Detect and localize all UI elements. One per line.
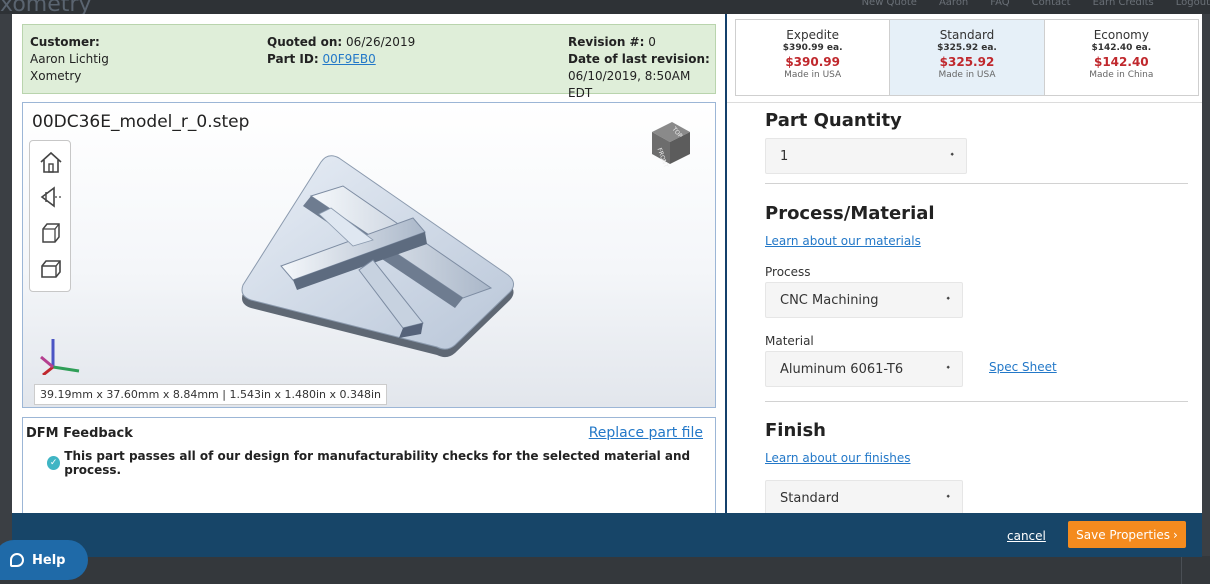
quoted-date: 06/26/2019 — [346, 35, 416, 49]
tier-name: Standard — [939, 28, 995, 42]
process-select[interactable]: CNC Machining ⬩ — [765, 282, 963, 318]
nav-new-quote[interactable]: New Quote — [862, 0, 917, 8]
left-panel: Customer: Aaron Lichtig Xometry Quoted o… — [12, 14, 725, 513]
material-label: Material — [765, 334, 814, 348]
nav-user[interactable]: Aaron — [939, 0, 968, 8]
model-filename: 00DC36E_model_r_0.step — [32, 112, 250, 132]
tier-expedite[interactable]: Expedite $390.99 ea. $390.99 Made in USA — [736, 20, 891, 95]
tier-each-price: $325.92 ea. — [937, 43, 997, 53]
section-divider — [765, 401, 1188, 402]
tier-standard[interactable]: Standard $325.92 ea. $325.92 Made in USA — [890, 20, 1045, 95]
process-material-title: Process/Material — [765, 203, 935, 224]
part-properties-modal: Customer: Aaron Lichtig Xometry Quoted o… — [12, 14, 1202, 557]
process-label: Process — [765, 265, 811, 279]
select-arrows-icon: ⬩ — [950, 149, 954, 160]
tier-origin: Made in China — [1089, 70, 1154, 80]
last-revision-label: Date of last revision: — [568, 52, 710, 66]
quantity-select[interactable]: 1 ⬩ — [765, 138, 967, 174]
orientation-cube-icon[interactable]: FRONT TOP — [648, 118, 694, 172]
modal-footer: cancel Save Properties › — [12, 513, 1202, 557]
last-revision-value: 06/10/2019, 8:50AM EDT — [568, 69, 691, 100]
tier-each-price: $390.99 ea. — [782, 43, 843, 53]
home-view-icon[interactable] — [38, 149, 64, 175]
check-circle-icon: ✓ — [47, 456, 61, 470]
tier-each-price: $142.40 ea. — [1091, 43, 1152, 53]
3d-model-viewer[interactable]: 00DC36E_model_r_0.step FRONT TOP 39.19mm… — [22, 102, 716, 408]
learn-finishes-link[interactable]: Learn about our finishes — [765, 451, 910, 465]
quantity-value: 1 — [780, 149, 789, 164]
tier-origin: Made in USA — [938, 70, 996, 80]
nav-logout[interactable]: Logout — [1176, 0, 1210, 8]
select-arrows-icon: ⬩ — [946, 491, 950, 502]
nav-earn-credits[interactable]: Earn Credits — [1093, 0, 1154, 8]
part-dimensions: 39.19mm x 37.60mm x 8.84mm | 1.543in x 1… — [34, 384, 388, 405]
chevron-right-icon: › — [1173, 527, 1178, 542]
revision-block: Revision #: 0 Date of last revision: 06/… — [568, 34, 715, 102]
dfm-feedback-panel: DFM Feedback Replace part file ✓ This pa… — [22, 417, 716, 513]
quote-block: Quoted on: 06/26/2019 Part ID: 00F9EB0 — [267, 34, 415, 68]
perspective-view-icon[interactable] — [38, 184, 64, 210]
background-page-strip — [0, 556, 1210, 584]
nav-faq[interactable]: FAQ — [990, 0, 1009, 8]
save-properties-button[interactable]: Save Properties › — [1068, 521, 1186, 548]
lead-time-tiers: Expedite $390.99 ea. $390.99 Made in USA… — [735, 19, 1199, 96]
save-label: Save Properties — [1076, 527, 1171, 542]
background-nav-links: New Quote Aaron FAQ Contact Earn Credits… — [862, 0, 1210, 8]
axis-triad-icon — [37, 331, 89, 379]
customer-block: Customer: Aaron Lichtig Xometry — [30, 34, 109, 85]
part-model-render — [223, 148, 523, 367]
customer-name: Aaron Lichtig — [30, 52, 109, 66]
section-divider — [765, 183, 1188, 184]
select-arrows-icon: ⬩ — [946, 362, 950, 373]
tier-origin: Made in USA — [784, 70, 842, 80]
dfm-title: DFM Feedback — [26, 426, 133, 441]
solid-view-icon[interactable] — [38, 255, 64, 281]
replace-part-file-link[interactable]: Replace part file — [589, 425, 703, 441]
finish-title: Finish — [765, 420, 826, 441]
material-value: Aluminum 6061-T6 — [780, 362, 904, 377]
viewer-toolbar — [29, 140, 71, 292]
customer-label: Customer: — [30, 35, 100, 49]
tier-total-price: $325.92 — [939, 55, 995, 69]
right-panel: Expedite $390.99 ea. $390.99 Made in USA… — [727, 14, 1202, 513]
quote-info-banner: Customer: Aaron Lichtig Xometry Quoted o… — [22, 24, 716, 100]
chat-bubble-icon — [10, 553, 24, 567]
dfm-message-text: This part passes all of our design for m… — [64, 449, 691, 477]
cancel-link[interactable]: cancel — [1007, 529, 1046, 543]
wireframe-view-icon[interactable] — [38, 220, 64, 246]
quoted-label: Quoted on: — [267, 35, 343, 49]
part-id-link[interactable]: 00F9EB0 — [322, 52, 375, 66]
learn-materials-link[interactable]: Learn about our materials — [765, 234, 921, 248]
material-select[interactable]: Aluminum 6061-T6 ⬩ — [765, 351, 963, 387]
tier-total-price: $142.40 — [1093, 55, 1149, 69]
help-button[interactable]: Help — [0, 540, 88, 580]
select-arrows-icon: ⬩ — [946, 293, 950, 304]
help-label: Help — [32, 552, 66, 568]
dfm-pass-message: ✓ This part passes all of our design for… — [47, 449, 715, 477]
finish-value: Standard — [780, 491, 840, 506]
part-quantity-title: Part Quantity — [765, 110, 902, 131]
background-nav: xometry New Quote Aaron FAQ Contact Earn… — [0, 0, 1210, 17]
revision-value: 0 — [648, 35, 656, 49]
finish-select[interactable]: Standard ⬩ — [765, 480, 963, 513]
tier-economy[interactable]: Economy $142.40 ea. $142.40 Made in Chin… — [1045, 20, 1198, 95]
spec-sheet-link[interactable]: Spec Sheet — [989, 360, 1057, 374]
revision-label: Revision #: — [568, 35, 645, 49]
part-id-label: Part ID: — [267, 52, 319, 66]
tier-name: Expedite — [786, 28, 840, 42]
tier-name: Economy — [1093, 28, 1149, 42]
process-value: CNC Machining — [780, 293, 879, 308]
tier-total-price: $390.99 — [785, 55, 840, 69]
customer-company: Xometry — [30, 69, 82, 83]
nav-contact[interactable]: Contact — [1032, 0, 1071, 8]
tiers-separator — [727, 102, 1202, 103]
